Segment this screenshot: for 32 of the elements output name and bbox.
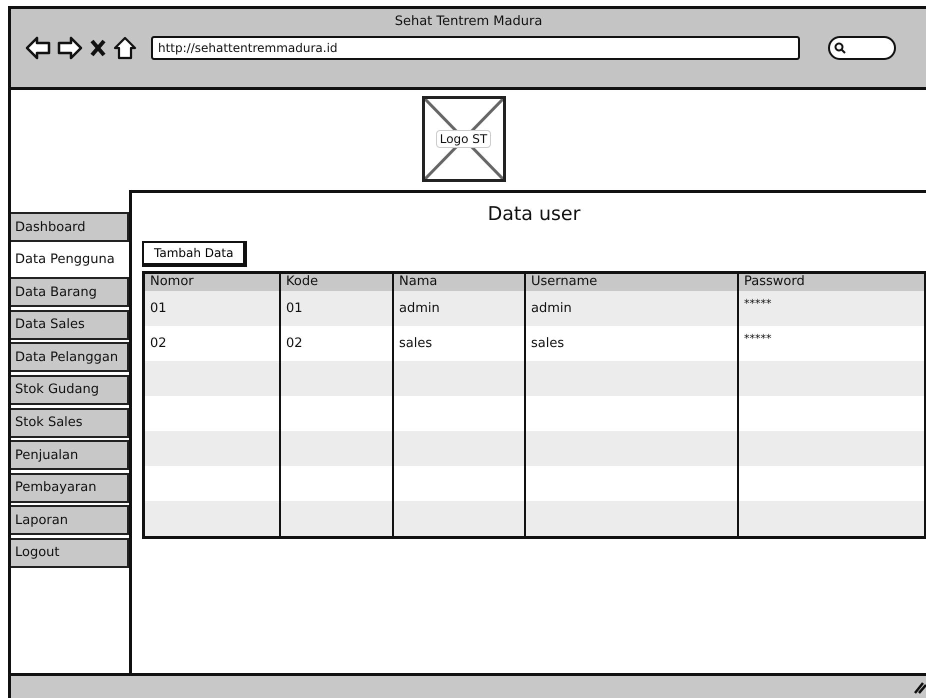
column-header: Nama bbox=[392, 274, 524, 291]
sidebar-item[interactable]: Stok Gudang bbox=[11, 374, 129, 405]
resize-grip-icon[interactable] bbox=[914, 680, 926, 694]
search-icon bbox=[834, 42, 846, 54]
search-field[interactable] bbox=[828, 36, 896, 60]
close-icon[interactable] bbox=[89, 38, 107, 58]
sidebar-item[interactable]: Data Barang bbox=[11, 277, 129, 308]
table-cell: ***** bbox=[737, 291, 924, 326]
page-heading: Data user bbox=[488, 203, 580, 225]
sidebar-item[interactable]: Logout bbox=[11, 538, 129, 568]
back-arrow-icon[interactable] bbox=[25, 36, 51, 60]
table-cell: 01 bbox=[145, 291, 279, 326]
sidebar-item[interactable]: Data Sales bbox=[11, 310, 129, 340]
column-header: Password bbox=[737, 274, 924, 291]
column-header: Username bbox=[524, 274, 737, 291]
table-cell: 01 bbox=[279, 291, 392, 326]
sidebar-item[interactable]: Stok Sales bbox=[11, 408, 129, 438]
sidebar-item[interactable]: Pembayaran bbox=[11, 472, 129, 503]
table-cell: admin bbox=[524, 291, 737, 326]
address-bar[interactable]: http://sehattentremmadura.id bbox=[151, 36, 800, 60]
column-header: Kode bbox=[279, 274, 392, 291]
table-cell: admin bbox=[392, 291, 524, 326]
window-title: Sehat Tentrem Madura bbox=[394, 14, 542, 29]
add-data-button[interactable]: Tambah Data bbox=[142, 241, 248, 267]
forward-arrow-icon[interactable] bbox=[57, 36, 83, 60]
sidebar-item[interactable]: Dashboard bbox=[11, 212, 129, 242]
logo-label: Logo ST bbox=[436, 130, 492, 148]
column-header: Nomor bbox=[145, 274, 279, 291]
sidebar-item[interactable]: Data Pelanggan bbox=[11, 342, 129, 372]
sidebar-item[interactable]: Penjualan bbox=[11, 440, 129, 470]
home-icon[interactable] bbox=[113, 36, 137, 60]
sidebar-item[interactable]: Laporan bbox=[11, 505, 129, 536]
